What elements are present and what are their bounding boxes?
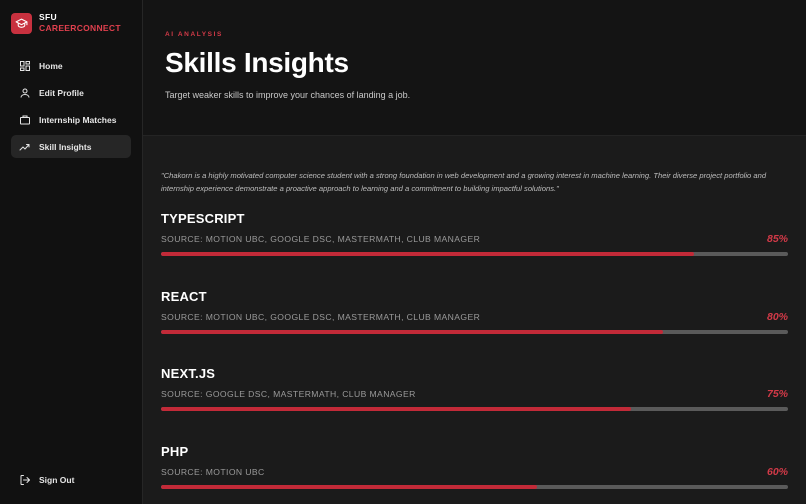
sidebar-item-edit-profile[interactable]: Edit Profile	[11, 81, 131, 104]
sidebar-item-label: Edit Profile	[39, 87, 84, 98]
skill-item: NEXT.JS SOURCE: GOOGLE DSC, MASTERMATH, …	[161, 366, 788, 444]
user-icon	[18, 86, 31, 99]
sidebar-nav: Home Edit Profile Internship Matches Ski…	[11, 54, 131, 158]
skill-item: REACT SOURCE: MOTION UBC, GOOGLE DSC, MA…	[161, 289, 788, 367]
brand-name-line2: CAREERCONNECT	[39, 23, 121, 33]
briefcase-icon	[18, 113, 31, 126]
page-header: AI ANALYSIS Skills Insights Target weake…	[143, 0, 806, 136]
page-subtitle: Target weaker skills to improve your cha…	[165, 90, 411, 100]
sidebar-item-home[interactable]: Home	[11, 54, 131, 77]
logout-icon	[18, 474, 31, 487]
skills-list: TYPESCRIPT SOURCE: MOTION UBC, GOOGLE DS…	[161, 211, 788, 504]
sidebar-item-skill-insights[interactable]: Skill Insights	[11, 135, 131, 158]
page-eyebrow: AI ANALYSIS	[165, 31, 223, 38]
skill-progress-fill	[161, 329, 663, 334]
skill-name: TYPESCRIPT	[161, 211, 245, 226]
brand-name-line1: SFU	[39, 12, 57, 22]
skill-progress-track	[161, 407, 788, 411]
skill-percent: 75%	[766, 388, 788, 400]
skill-name: NEXT.JS	[161, 366, 216, 381]
sidebar-item-label: Skill Insights	[39, 141, 92, 152]
skill-progress-fill	[161, 252, 694, 256]
trending-line-icon	[18, 140, 31, 153]
sidebar-item-internship-matches[interactable]: Internship Matches	[11, 108, 131, 131]
skill-percent: 80%	[766, 310, 788, 323]
skill-progress-track	[161, 484, 788, 489]
skill-progress-track	[161, 252, 788, 256]
skill-name: PHP	[161, 443, 189, 459]
sidebar-item-label: Internship Matches	[39, 114, 117, 125]
skill-item: TYPESCRIPT SOURCE: MOTION UBC, GOOGLE DS…	[161, 211, 788, 289]
skill-source: SOURCE: MOTION UBC, GOOGLE DSC, MASTERMA…	[161, 234, 481, 244]
skill-percent: 60%	[766, 465, 788, 478]
skill-name: REACT	[161, 288, 207, 304]
skill-percent: 85%	[766, 233, 788, 245]
app-root: SFU CAREERCONNECT Home Edit Profile Inte…	[0, 0, 806, 504]
brand[interactable]: SFU CAREERCONNECT	[11, 12, 131, 34]
main-content: AI ANALYSIS Skills Insights Target weake…	[143, 0, 806, 504]
sign-out-button[interactable]: Sign Out	[11, 470, 81, 490]
skill-progress-track	[161, 329, 788, 334]
skills-content: "Chakorn is a highly motivated computer …	[143, 136, 806, 504]
dashboard-grid-icon	[18, 59, 31, 72]
graduation-cap-icon	[11, 12, 32, 34]
skill-source: SOURCE: MOTION UBC, GOOGLE DSC, MASTERMA…	[161, 311, 481, 322]
profile-summary: "Chakorn is a highly motivated computer …	[161, 171, 767, 193]
sign-out-label: Sign Out	[39, 475, 75, 485]
sidebar: SFU CAREERCONNECT Home Edit Profile Inte…	[0, 0, 143, 504]
skill-source: SOURCE: GOOGLE DSC, MASTERMATH, CLUB MAN…	[161, 389, 416, 399]
page-title: Skills Insights	[165, 47, 349, 78]
skill-progress-fill	[161, 407, 632, 411]
sidebar-item-label: Home	[39, 60, 63, 71]
skill-source: SOURCE: MOTION UBC	[161, 466, 265, 477]
skill-item: PHP SOURCE: MOTION UBC 60%	[161, 444, 788, 504]
skill-progress-fill	[161, 484, 538, 489]
